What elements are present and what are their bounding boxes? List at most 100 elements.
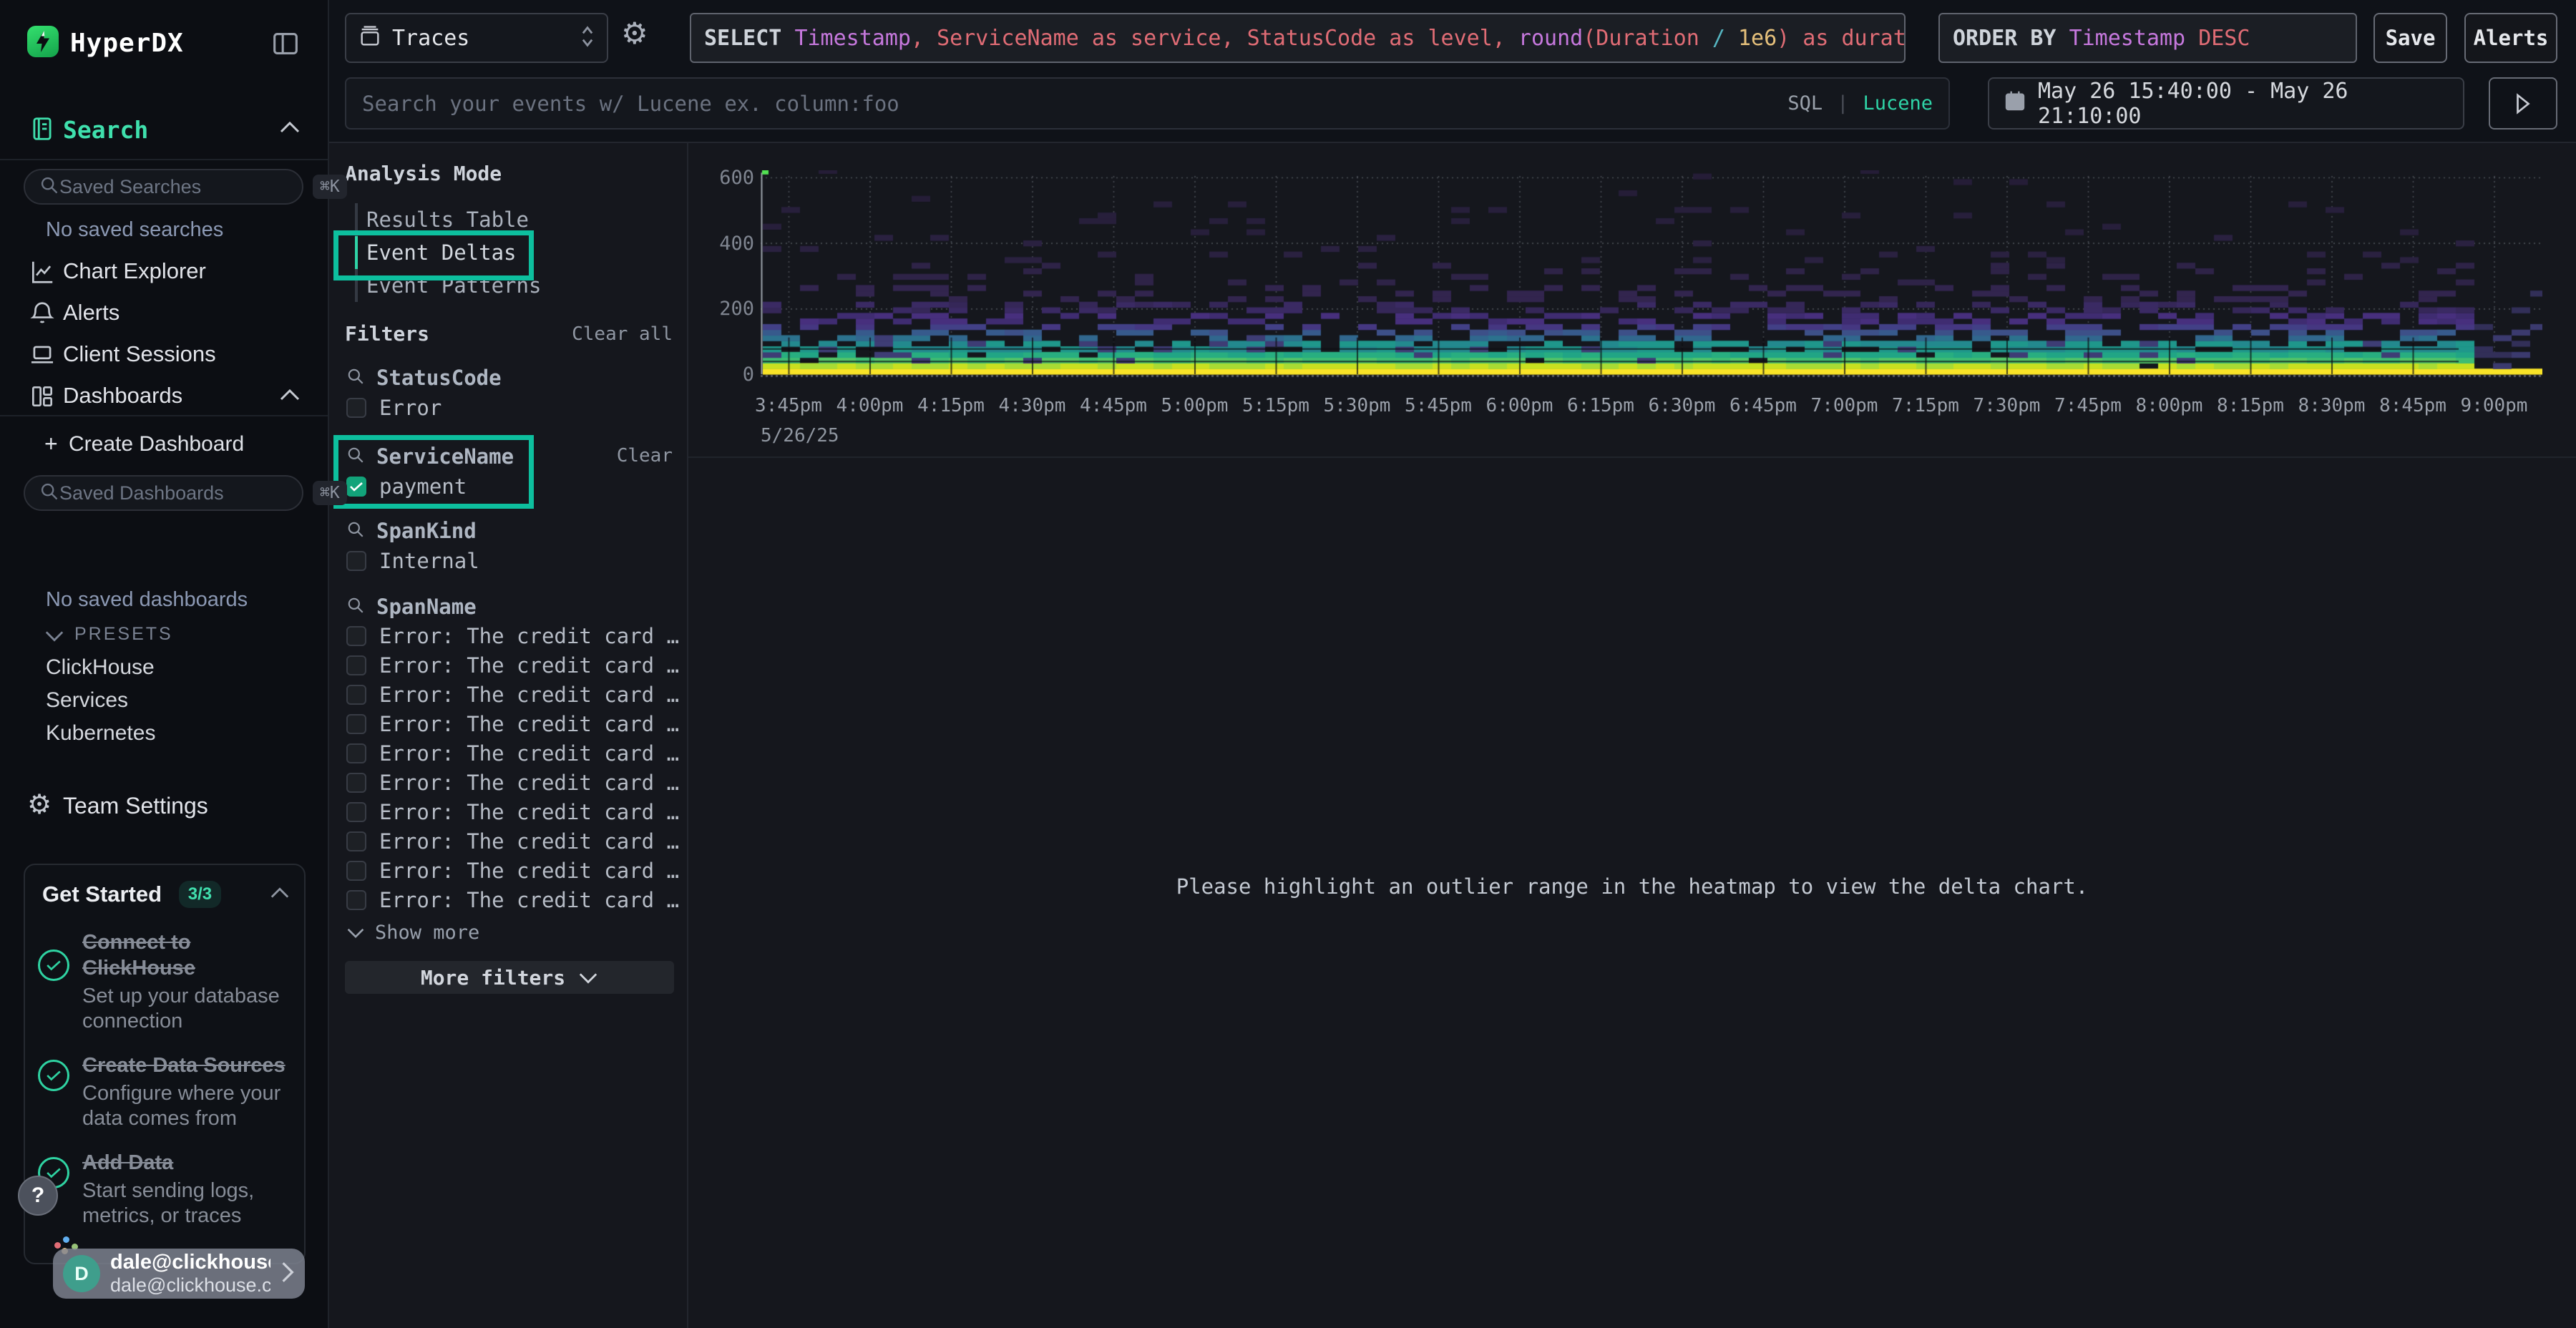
- x-tick-label: 5:15pm: [1242, 395, 1309, 416]
- checkbox[interactable]: [346, 743, 366, 763]
- get-started-item-add-data[interactable]: Add Data Start sending logs, metrics, or…: [38, 1150, 291, 1229]
- lang-toggle-sql[interactable]: SQL: [1787, 92, 1823, 114]
- saved-dashboards-field[interactable]: [59, 482, 313, 504]
- checkbox[interactable]: [346, 714, 366, 734]
- filter-option-spanname[interactable]: Error: The credit card …: [346, 709, 706, 738]
- checkbox[interactable]: [346, 802, 366, 822]
- checkbox[interactable]: [346, 773, 366, 793]
- saved-dashboards-input[interactable]: ⌘K: [24, 475, 303, 511]
- y-tick-label: 200: [701, 298, 754, 320]
- task-title: Create Data Sources: [82, 1053, 291, 1078]
- heatmap-canvas[interactable]: [761, 170, 2542, 385]
- source-settings-gear-icon[interactable]: ⚙: [621, 16, 648, 51]
- checkbox-checked[interactable]: [346, 477, 366, 497]
- check-circle-icon: [38, 949, 69, 981]
- chevron-up-icon[interactable]: [270, 887, 290, 902]
- event-search-bar[interactable]: SQL | Lucene: [345, 77, 1950, 130]
- filter-option-spanname[interactable]: Error: The credit card …: [346, 680, 706, 709]
- sidebar-item-dashboards[interactable]: Dashboards: [0, 375, 329, 416]
- checkbox[interactable]: [346, 551, 366, 571]
- filter-option-spanname[interactable]: Error: The credit card …: [346, 768, 706, 797]
- more-filters-button[interactable]: More filters: [345, 961, 674, 994]
- filter-group-servicename[interactable]: ServiceName: [346, 444, 514, 469]
- filter-group-statuscode[interactable]: StatusCode: [346, 365, 502, 391]
- mode-event-deltas[interactable]: Event Deltas: [366, 236, 624, 269]
- checkbox[interactable]: [346, 398, 366, 418]
- task-title: Connect to ClickHouse: [82, 929, 291, 981]
- sidebar-collapse-icon[interactable]: [269, 27, 302, 63]
- save-button[interactable]: Save: [2373, 13, 2447, 63]
- clear-servicename-link[interactable]: Clear: [617, 445, 673, 467]
- filter-group-spankind[interactable]: SpanKind: [346, 518, 477, 544]
- checkbox[interactable]: [346, 831, 366, 851]
- get-started-header[interactable]: Get Started 3/3: [25, 865, 304, 918]
- clear-all-link[interactable]: Clear all: [572, 323, 673, 345]
- sql-orderby-editor[interactable]: ORDER BY Timestamp DESC: [1938, 13, 2357, 63]
- x-axis-labels: 3:45pm4:00pm4:15pm4:30pm4:45pm5:00pm5:15…: [761, 395, 2542, 419]
- source-select[interactable]: Traces: [345, 13, 608, 63]
- sql-select-editor[interactable]: SELECT Timestamp, ServiceName as service…: [690, 13, 1906, 63]
- x-tick-label: 8:45pm: [2379, 395, 2446, 416]
- checkbox[interactable]: [346, 655, 366, 675]
- saved-searches-input[interactable]: ⌘K: [24, 169, 303, 205]
- mode-event-patterns[interactable]: Event Patterns: [366, 269, 624, 302]
- x-tick-label: 8:15pm: [2217, 395, 2284, 416]
- show-more-label: Show more: [375, 922, 479, 944]
- sidebar-item-search[interactable]: Search: [0, 107, 329, 152]
- saved-searches-field[interactable]: [59, 176, 313, 198]
- filter-option-spanname[interactable]: Error: The credit card …: [346, 797, 706, 826]
- filter-option-spanname[interactable]: Error: The credit card …: [346, 856, 706, 885]
- event-search-input[interactable]: [362, 92, 1773, 116]
- filter-option-spanname[interactable]: Error: The credit card …: [346, 826, 706, 856]
- x-tick-label: 8:00pm: [2136, 395, 2203, 416]
- alerts-button[interactable]: Alerts: [2464, 13, 2557, 63]
- preset-clickhouse[interactable]: ClickHouse: [46, 655, 155, 680]
- laptop-icon: [29, 341, 56, 368]
- filter-option-spanname[interactable]: Error: The credit card …: [346, 650, 706, 680]
- filter-option-spanname[interactable]: Error: The credit card …: [346, 621, 706, 650]
- get-started-item-connect[interactable]: Connect to ClickHouse Set up your databa…: [38, 929, 291, 1034]
- mode-results-table[interactable]: Results Table: [366, 203, 624, 236]
- search-nav-icon: [29, 114, 56, 143]
- filter-group-name: ServiceName: [376, 444, 514, 469]
- delta-chart-empty-message: Please highlight an outlier range in the…: [688, 874, 2576, 899]
- chart-explorer-icon: [29, 258, 56, 285]
- presets-toggle[interactable]: PRESETS: [0, 622, 329, 651]
- sidebar-item-alerts[interactable]: Alerts: [0, 292, 329, 333]
- x-tick-label: 6:15pm: [1567, 395, 1634, 416]
- sidebar-item-team-settings[interactable]: ⚙ Team Settings: [0, 787, 329, 826]
- sidebar-item-client-sessions[interactable]: Client Sessions: [0, 333, 329, 375]
- get-started-item-sources[interactable]: Create Data Sources Configure where your…: [38, 1053, 291, 1131]
- time-range-picker[interactable]: May 26 15:40:00 - May 26 21:10:00: [1988, 77, 2464, 130]
- lang-toggle-lucene[interactable]: Lucene: [1863, 92, 1933, 114]
- checkbox[interactable]: [346, 626, 366, 646]
- filter-option-spanname[interactable]: Error: The credit card …: [346, 885, 706, 914]
- x-tick-label: 6:00pm: [1486, 395, 1553, 416]
- show-more-link[interactable]: Show more: [346, 920, 479, 944]
- create-dashboard-button[interactable]: + Create Dashboard: [0, 426, 329, 461]
- x-tick-label: 5:30pm: [1324, 395, 1391, 416]
- sidebar-item-chart-explorer[interactable]: Chart Explorer: [0, 250, 329, 292]
- run-query-button[interactable]: [2489, 77, 2557, 130]
- x-tick-label: 3:45pm: [755, 395, 822, 416]
- nav-label: Client Sessions: [63, 341, 216, 367]
- filter-option-label: Error: The credit card …: [379, 829, 679, 854]
- filter-option-label: Error: The credit card …: [379, 624, 679, 648]
- filter-option-spanname[interactable]: Error: The credit card …: [346, 738, 706, 768]
- filter-option-internal[interactable]: Internal: [346, 547, 479, 575]
- filter-option-error[interactable]: Error: [346, 394, 441, 422]
- x-tick-label: 4:15pm: [917, 395, 985, 416]
- user-menu[interactable]: D dale@clickhouse.com dale@clickhouse.co…: [53, 1249, 305, 1299]
- filter-option-payment[interactable]: payment: [346, 472, 467, 501]
- filter-group-spanname[interactable]: SpanName: [346, 594, 477, 620]
- checkbox[interactable]: [346, 861, 366, 881]
- progress-badge: 3/3: [179, 881, 221, 908]
- help-button[interactable]: ?: [18, 1176, 58, 1216]
- checkbox[interactable]: [346, 890, 366, 910]
- task-desc: Start sending logs, metrics, or traces: [82, 1178, 291, 1229]
- filter-option-label: Error: The credit card …: [379, 683, 679, 707]
- preset-kubernetes[interactable]: Kubernetes: [46, 721, 155, 746]
- checkbox[interactable]: [346, 685, 366, 705]
- x-tick-label: 5:00pm: [1161, 395, 1229, 416]
- preset-services[interactable]: Services: [46, 688, 128, 713]
